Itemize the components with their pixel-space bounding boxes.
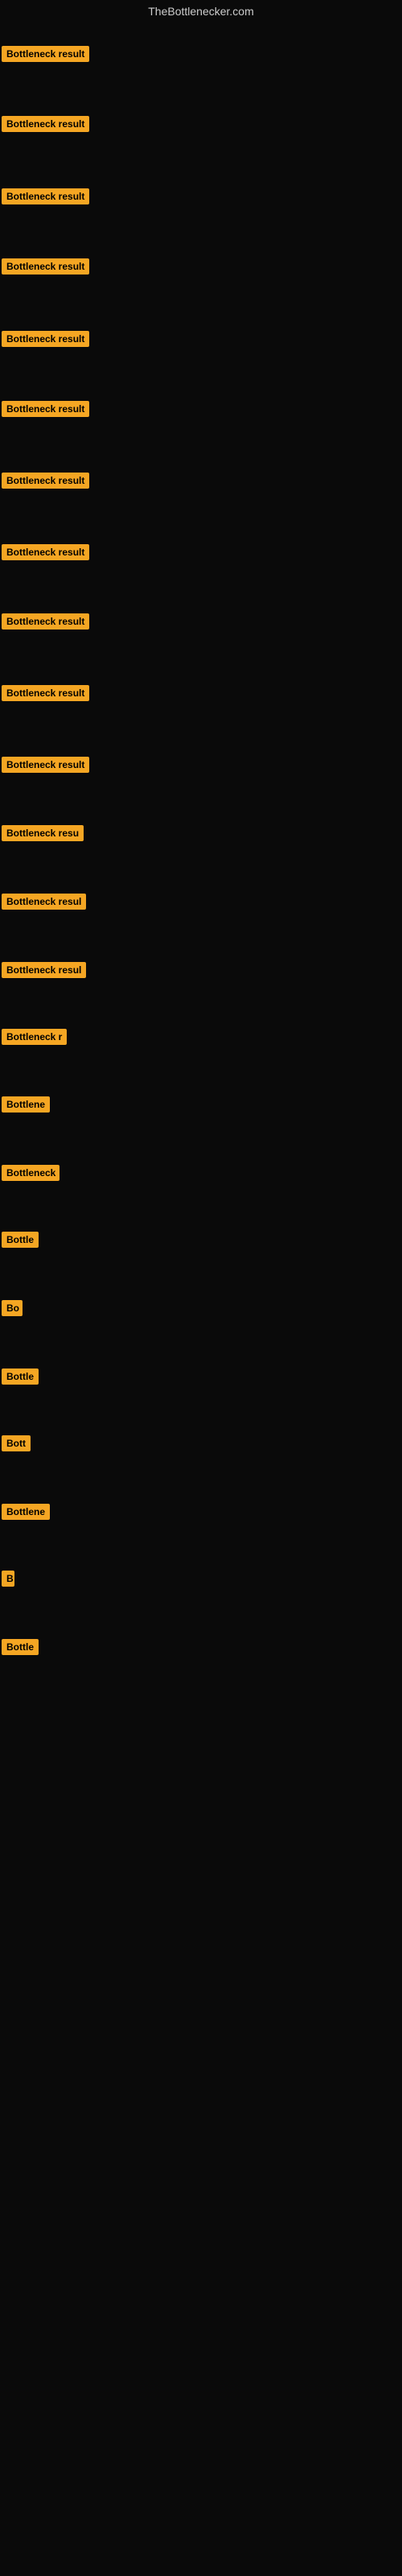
badge-row-8: Bottleneck result	[2, 544, 89, 564]
badge-row-4: Bottleneck result	[2, 258, 89, 279]
bottleneck-badge-3[interactable]: Bottleneck result	[2, 188, 89, 204]
bottleneck-badge-22[interactable]: Bottlene	[2, 1504, 50, 1520]
badge-row-18: Bottle	[2, 1232, 39, 1252]
badge-row-20: Bottle	[2, 1368, 39, 1389]
bottleneck-badge-8[interactable]: Bottleneck result	[2, 544, 89, 560]
badge-row-3: Bottleneck result	[2, 188, 89, 208]
bottleneck-badge-24[interactable]: Bottle	[2, 1639, 39, 1655]
bottleneck-badge-13[interactable]: Bottleneck resul	[2, 894, 86, 910]
bottleneck-badge-2[interactable]: Bottleneck result	[2, 116, 89, 132]
badge-row-12: Bottleneck resu	[2, 825, 84, 845]
bottleneck-badge-17[interactable]: Bottleneck	[2, 1165, 59, 1181]
bottleneck-badge-21[interactable]: Bott	[2, 1435, 31, 1451]
bottleneck-badge-5[interactable]: Bottleneck result	[2, 331, 89, 347]
bottleneck-badge-14[interactable]: Bottleneck resul	[2, 962, 86, 978]
badge-row-16: Bottlene	[2, 1096, 50, 1117]
badge-row-9: Bottleneck result	[2, 613, 89, 634]
badge-row-7: Bottleneck result	[2, 473, 89, 493]
bottleneck-badge-19[interactable]: Bo	[2, 1300, 23, 1316]
badge-row-17: Bottleneck	[2, 1165, 59, 1185]
bottleneck-badge-6[interactable]: Bottleneck result	[2, 401, 89, 417]
badge-row-6: Bottleneck result	[2, 401, 89, 421]
badge-row-13: Bottleneck resul	[2, 894, 86, 914]
badge-row-24: Bottle	[2, 1639, 39, 1659]
bottleneck-badge-23[interactable]: B	[2, 1571, 14, 1587]
badge-row-23: B	[2, 1571, 14, 1591]
bottleneck-badge-16[interactable]: Bottlene	[2, 1096, 50, 1113]
badge-row-5: Bottleneck result	[2, 331, 89, 351]
badge-row-2: Bottleneck result	[2, 116, 89, 136]
badge-row-14: Bottleneck resul	[2, 962, 86, 982]
bottleneck-badge-12[interactable]: Bottleneck resu	[2, 825, 84, 841]
site-header: TheBottlenecker.com	[0, 0, 402, 21]
badge-row-22: Bottlene	[2, 1504, 50, 1524]
bottleneck-badge-18[interactable]: Bottle	[2, 1232, 39, 1248]
badge-row-11: Bottleneck result	[2, 757, 89, 777]
bottleneck-badge-7[interactable]: Bottleneck result	[2, 473, 89, 489]
badge-row-19: Bo	[2, 1300, 23, 1320]
bottleneck-badge-15[interactable]: Bottleneck r	[2, 1029, 67, 1045]
bottleneck-badge-10[interactable]: Bottleneck result	[2, 685, 89, 701]
bottleneck-badge-11[interactable]: Bottleneck result	[2, 757, 89, 773]
badge-row-15: Bottleneck r	[2, 1029, 67, 1049]
badge-row-21: Bott	[2, 1435, 31, 1455]
bottleneck-badge-9[interactable]: Bottleneck result	[2, 613, 89, 630]
bottleneck-badge-1[interactable]: Bottleneck result	[2, 46, 89, 62]
bottleneck-badge-20[interactable]: Bottle	[2, 1368, 39, 1385]
badge-row-10: Bottleneck result	[2, 685, 89, 705]
bottleneck-badge-4[interactable]: Bottleneck result	[2, 258, 89, 275]
badge-row-1: Bottleneck result	[2, 46, 89, 66]
site-title: TheBottlenecker.com	[0, 0, 402, 21]
